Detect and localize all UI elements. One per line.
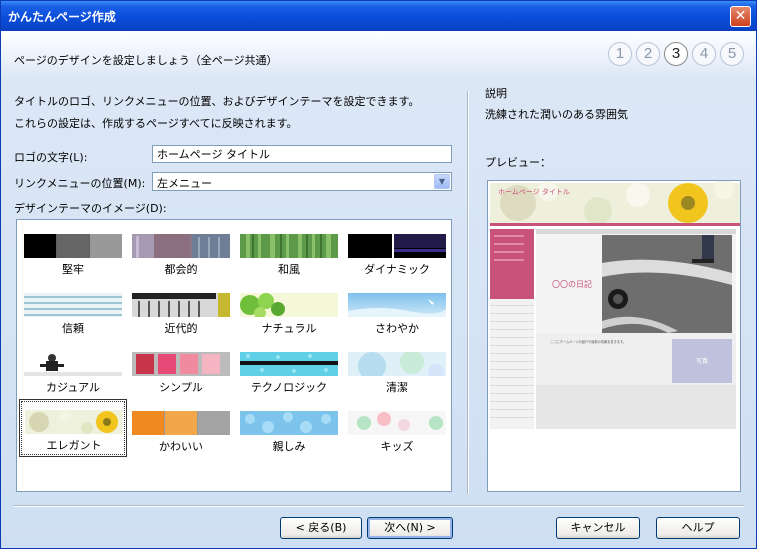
link-menu-position-value: 左メニュー: [157, 177, 212, 190]
step-instruction: ページのデザインを設定しましょう（全ページ共通）: [14, 54, 278, 67]
step-4: 4: [692, 42, 716, 66]
theme-tile-kawaii[interactable]: かわいい: [127, 401, 235, 459]
preview-heading: 〇〇の日記: [552, 279, 592, 289]
theme-thumbnail: [132, 234, 230, 258]
design-theme-label: デザインテーマのイメージ(D):: [14, 202, 167, 215]
theme-tile-tokaiteki[interactable]: 都会的: [127, 224, 235, 282]
close-button[interactable]: ✕: [730, 6, 751, 27]
step-1: 1: [608, 42, 632, 66]
step-5: 5: [720, 42, 744, 66]
link-menu-position-select[interactable]: 左メニュー ▼: [152, 172, 452, 191]
theme-tile-sawayaka[interactable]: さわやか: [343, 283, 451, 341]
preview-label: プレビュー：: [485, 156, 551, 169]
theme-label: カジュアル: [46, 381, 100, 394]
theme-label: ナチュラル: [261, 322, 317, 335]
preview-site-title: ホームページ タイトル: [498, 187, 570, 196]
theme-thumbnail: [132, 411, 230, 435]
wizard-header: ページのデザインを設定しましょう（全ページ共通） 1 2 3 4 5: [1, 31, 756, 81]
theme-preview: ホームページ タイトル 〇〇の日記 ここにホームページの紹介や最新の情報を書きま…: [487, 180, 741, 492]
theme-tile-dynamic[interactable]: ダイナミック: [343, 224, 451, 282]
logo-text-label: ロゴの文字(L):: [14, 151, 88, 164]
theme-tile-seiketsu[interactable]: 清潔: [343, 342, 451, 400]
theme-thumbnail: [240, 352, 338, 376]
theme-tile-elegant[interactable]: エレガント: [19, 399, 127, 457]
theme-thumbnail: [348, 293, 446, 317]
theme-label: 都会的: [164, 263, 198, 276]
logo-text-input[interactable]: [152, 145, 452, 163]
theme-thumbnail: [25, 410, 123, 434]
theme-tile-natural[interactable]: ナチュラル: [235, 283, 343, 341]
theme-tile-wafuu[interactable]: 和風: [235, 224, 343, 282]
wizard-window: かんたんページ作成 ✕ ページのデザインを設定しましょう（全ページ共通） 1 2…: [0, 0, 757, 549]
theme-thumbnail: [240, 411, 338, 435]
link-menu-position-label: リンクメニューの位置(M):: [14, 177, 146, 190]
theme-label: 清潔: [386, 381, 408, 394]
preview-photo-label: 写真: [696, 357, 708, 365]
explanation-title: 説明: [485, 87, 507, 100]
theme-thumbnail: [24, 234, 122, 258]
chevron-down-icon[interactable]: ▼: [434, 174, 450, 189]
title-bar[interactable]: かんたんページ作成 ✕: [1, 1, 756, 31]
step-2: 2: [636, 42, 660, 66]
theme-label: テクノロジック: [250, 381, 328, 394]
theme-thumbnail: [348, 352, 446, 376]
explanation-text: 洗練された潤いのある雰囲気: [485, 108, 628, 121]
cancel-button[interactable]: キャンセル: [556, 517, 640, 539]
step-indicator: 1 2 3 4 5: [608, 42, 744, 66]
theme-label: さわやか: [375, 322, 419, 335]
theme-thumbnail: [132, 352, 230, 376]
window-title: かんたんページ作成: [8, 10, 116, 24]
button-separator: [14, 505, 744, 507]
theme-tile-kenrou[interactable]: 堅牢: [19, 224, 127, 282]
theme-thumbnail: [240, 234, 338, 258]
description-line-2: これらの設定は、作成するページすべてに反映されます。: [14, 117, 298, 130]
description-line-1: タイトルのロゴ、リンクメニューの位置、およびデザインテーマを設定できます。: [14, 95, 420, 108]
theme-thumbnail: [348, 411, 446, 435]
theme-label: エレガント: [46, 439, 102, 452]
theme-label: 近代的: [164, 322, 198, 335]
theme-thumbnail: [240, 293, 338, 317]
theme-tile-kindaiteki[interactable]: 近代的: [127, 283, 235, 341]
close-icon: ✕: [734, 8, 747, 24]
theme-label: 信頼: [62, 322, 84, 335]
preview-body-text: ここにホームページの紹介や最新の情報を書きます。: [550, 339, 626, 344]
theme-label: 和風: [278, 263, 300, 276]
theme-thumbnail: [132, 293, 230, 317]
theme-thumbnail: [24, 352, 122, 376]
theme-label: ダイナミック: [364, 263, 430, 276]
design-theme-gallery: 堅牢 都会的 和風 ダイナミック 信頼 近代的 ナチュラル さわやか カジュアル…: [16, 219, 452, 492]
help-button[interactable]: ヘルプ: [656, 517, 740, 539]
theme-label: キッズ: [380, 440, 414, 453]
main-panel: タイトルのロゴ、リンクメニューの位置、およびデザインテーマを設定できます。 これ…: [1, 81, 756, 548]
theme-label: 堅牢: [62, 263, 84, 276]
theme-tile-technologic[interactable]: テクノロジック: [235, 342, 343, 400]
theme-label: シンプル: [159, 381, 203, 394]
theme-tile-shitashimi[interactable]: 親しみ: [235, 401, 343, 459]
theme-tile-simple[interactable]: シンプル: [127, 342, 235, 400]
theme-tile-shinrai[interactable]: 信頼: [19, 283, 127, 341]
theme-label: かわいい: [159, 440, 203, 453]
step-3-current: 3: [664, 42, 688, 66]
theme-tile-casual[interactable]: カジュアル: [19, 342, 127, 400]
theme-label: 親しみ: [272, 440, 306, 453]
theme-thumbnail: [24, 293, 122, 317]
theme-tile-kids[interactable]: キッズ: [343, 401, 451, 459]
next-button[interactable]: 次へ(N) >: [367, 517, 453, 539]
back-button[interactable]: < 戻る(B): [280, 517, 362, 539]
vertical-divider: [467, 91, 469, 494]
theme-thumbnail: [348, 234, 446, 258]
